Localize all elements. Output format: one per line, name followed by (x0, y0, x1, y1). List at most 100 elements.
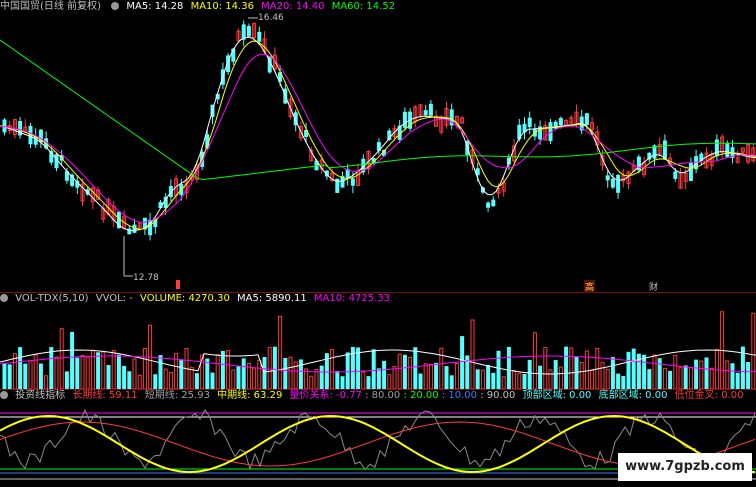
volume-chart-panel[interactable]: VOL-TDX(5,10) VVOL: - VOLUME: 4270.30 MA… (0, 292, 756, 389)
event-tag-finance[interactable]: 财 (649, 280, 658, 293)
ma60-line (0, 39, 756, 181)
level-20-value: : 20.00 (403, 390, 439, 401)
vol-ma10-value: MA10: 4725.33 (313, 293, 391, 304)
volume-bar (28, 360, 33, 389)
volume-bar (616, 373, 621, 389)
volume-bar (491, 372, 496, 389)
vvol-value: VVOL: - (95, 293, 133, 304)
volume-bar (647, 369, 652, 389)
volume-bar (168, 372, 173, 389)
indicator-header: 投资线指标 长期线: 59.11 短期线: 25.93 中期线: 63.29 量… (0, 389, 747, 403)
volume-bar (610, 357, 615, 389)
ind-title: 投资线指标 (15, 390, 66, 401)
volume-bar (361, 371, 366, 389)
volume-bar (387, 374, 392, 389)
volume-bar (262, 357, 267, 389)
volume-bar (116, 354, 121, 389)
volume-bar (241, 358, 246, 389)
volume-bar (283, 358, 288, 389)
volume-bar (574, 356, 579, 389)
ma10-value: MA10: 14.36 (190, 1, 254, 12)
volume-bar (631, 348, 636, 389)
candle-body (428, 103, 433, 116)
settings-circle-icon[interactable] (111, 2, 120, 10)
volume-bar (517, 373, 522, 389)
volume-bar (64, 371, 69, 389)
volume-bar (309, 375, 314, 389)
volume-bar (142, 347, 147, 389)
candle-body (241, 24, 246, 40)
volume-bar (439, 347, 444, 389)
volume-bar (2, 363, 7, 389)
volume-bar (428, 363, 433, 389)
volume-bar (730, 363, 735, 389)
volume-bar (543, 347, 548, 389)
volume-bar (704, 357, 709, 389)
volume-bar (49, 347, 54, 389)
volume-bar (626, 351, 631, 389)
candle-body (714, 139, 719, 157)
volume-bar (44, 375, 49, 389)
volume-bar (475, 369, 480, 389)
volume-bar (366, 376, 371, 389)
volume-bar (522, 374, 527, 389)
volume-bar (54, 356, 59, 389)
event-tag-high[interactable]: 高 (584, 280, 596, 293)
volume-bar (127, 371, 132, 389)
gold-cross-value: 低位金叉: 0.00 (674, 390, 744, 401)
volume-bar (376, 368, 381, 389)
candle-body (423, 110, 428, 116)
candle-body (605, 175, 610, 181)
settings-circle-icon[interactable] (0, 294, 8, 302)
volume-bar (423, 363, 428, 389)
volume-bar (678, 367, 683, 389)
candle-body (246, 26, 251, 37)
volume-bar (85, 356, 90, 389)
candle-body (475, 168, 480, 176)
ma-line (0, 40, 756, 230)
volume-bar (18, 347, 23, 389)
volume-bar (59, 328, 64, 389)
volume-bar (444, 366, 449, 389)
volume-bar (621, 376, 626, 389)
price-header: 中国国贸(日线 前复权) MA5: 14.28 MA10: 14.36 MA20… (0, 0, 399, 14)
candle-body (688, 163, 693, 182)
short-line-value: 短期线: 25.93 (144, 390, 210, 401)
settings-circle-icon[interactable] (0, 391, 8, 399)
volume-bar (460, 336, 465, 389)
candle-body (616, 174, 621, 193)
volume-bar (688, 367, 693, 389)
volume-bar (153, 374, 158, 389)
volume-bar (564, 346, 569, 389)
event-tag-marker[interactable] (176, 280, 180, 289)
volume-bar (590, 370, 595, 389)
volume-bar (454, 362, 459, 389)
candle-body (673, 171, 678, 179)
volume-bar (527, 359, 532, 389)
volume-bar (210, 372, 215, 389)
level-80-value: : 80.00 (365, 390, 401, 401)
volume-bar (501, 376, 506, 389)
volume-bar (257, 359, 262, 389)
price-chart-panel[interactable]: 中国国贸(日线 前复权) MA5: 14.28 MA10: 14.36 MA20… (0, 0, 756, 293)
volume-bar (397, 353, 402, 389)
volume-bar (236, 366, 241, 389)
volume-bar (496, 350, 501, 389)
volume-bar (132, 358, 137, 389)
candle-body (402, 111, 407, 128)
candle-body (662, 140, 667, 160)
volume-bar (642, 354, 647, 389)
level-10-value: : 10.00 (441, 390, 478, 401)
ma20-value: MA20: 14.40 (261, 1, 325, 12)
volume-bar (470, 319, 475, 389)
volume-header: VOL-TDX(5,10) VVOL: - VOLUME: 4270.30 MA… (0, 292, 394, 306)
volume-bar (194, 373, 199, 389)
volume-bar (402, 354, 407, 389)
volume-bar (189, 366, 194, 389)
volume-bar (215, 354, 220, 389)
volume-bar (158, 355, 163, 389)
volume-bar (179, 359, 184, 389)
volume-bar (371, 349, 376, 389)
volume-bar (38, 363, 43, 389)
candle-body (652, 145, 657, 159)
